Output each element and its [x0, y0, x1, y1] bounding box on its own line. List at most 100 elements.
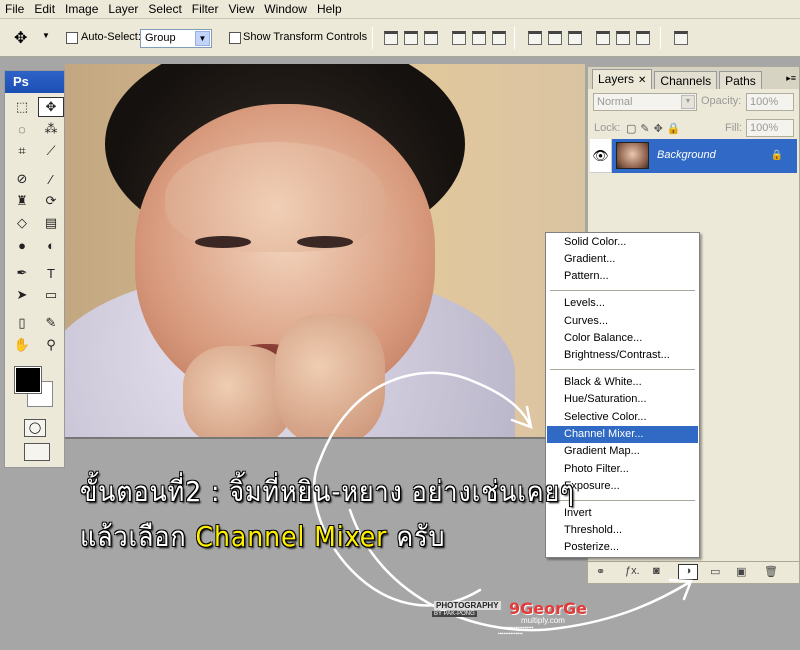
history-brush-icon[interactable]: ⟳ [38, 191, 64, 211]
tab-layers[interactable]: Layers ✕ [592, 69, 653, 89]
watermark-site: multiply.com [521, 616, 565, 625]
zoom-tool-icon[interactable]: ⚲ [38, 335, 64, 355]
menu-item-levels[interactable]: Levels... [547, 295, 698, 312]
adjustment-layer-icon[interactable]: ◑ [678, 564, 698, 580]
move-tool-icon[interactable]: ✥ [38, 97, 64, 117]
distribute-bottom-icon[interactable] [568, 31, 582, 45]
align-vcenter-icon[interactable] [404, 31, 418, 45]
menu-view[interactable]: View [223, 0, 259, 19]
distribute-top-icon[interactable] [528, 31, 542, 45]
menu-edit[interactable]: Edit [29, 0, 60, 19]
type-tool-icon[interactable]: T [38, 263, 64, 283]
hand-tool-icon[interactable]: ✋ [9, 335, 35, 355]
tab-layers-label: Layers [598, 72, 635, 86]
fill-field[interactable]: 100% [746, 119, 794, 137]
chevron-down-icon: ▼ [195, 31, 210, 46]
lock-icon: 🔒 [770, 150, 783, 161]
tab-channels[interactable]: Channels [654, 71, 718, 89]
document-photo[interactable] [65, 64, 585, 438]
menu-item-pattern[interactable]: Pattern... [547, 268, 698, 285]
layer-selected[interactable]: Background 🔒 [612, 139, 797, 173]
menu-image[interactable]: Image [60, 0, 103, 19]
menu-bar: File Edit Image Layer Select Filter View… [0, 0, 800, 19]
panel-menu-icon[interactable]: ▸≡ [786, 73, 796, 84]
healing-brush-icon[interactable]: ⊘ [9, 169, 35, 189]
caption-line-2: แล้วเลือก Channel Mixer ครับ [80, 515, 445, 559]
align-bottom-icon[interactable] [424, 31, 438, 45]
layer-mask-icon[interactable]: ◙ [653, 565, 660, 577]
distribute-left-icon[interactable] [596, 31, 610, 45]
watermark-fine-print: ▪▪▪▪▪▪▪▪▪▪▪▪▪▪▪▪▪▪▪▪ ▪▪▪▪▪▪▪▪▪▪▪▪▪▪ [498, 625, 534, 637]
eyedropper-icon[interactable]: ✎ [38, 313, 64, 333]
auto-select-dropdown[interactable]: Group ▼ [140, 29, 212, 48]
menu-item-posterize[interactable]: Posterize... [547, 539, 698, 556]
menu-filter[interactable]: Filter [187, 0, 224, 19]
blend-mode-value: Normal [597, 96, 633, 108]
menu-item-hue-saturation[interactable]: Hue/Saturation... [547, 391, 698, 408]
move-tool-icon[interactable]: ✥ [14, 28, 27, 48]
dodge-tool-icon[interactable]: ◐ [38, 235, 64, 255]
slice-tool-icon[interactable]: ⟋ [38, 141, 64, 161]
trash-icon[interactable]: 🗑 [764, 565, 778, 578]
fx-icon[interactable]: ƒx. [625, 565, 640, 577]
crop-tool-icon[interactable]: ⌗ [9, 141, 35, 161]
lasso-tool-icon[interactable]: ◌ [9, 119, 35, 139]
brush-tool-icon[interactable]: ∕ [38, 169, 64, 189]
close-icon[interactable]: ✕ [638, 75, 646, 86]
watermark-sub: BY PAK-PONG [432, 611, 477, 617]
menu-item-gradient-map[interactable]: Gradient Map... [547, 443, 698, 460]
align-hcenter-icon[interactable] [472, 31, 486, 45]
blur-tool-icon[interactable]: ● [9, 235, 35, 255]
magic-wand-icon[interactable]: ⁂ [38, 119, 64, 139]
eraser-tool-icon[interactable]: ◇ [9, 213, 35, 233]
menu-item-channel-mixer[interactable]: Channel Mixer... [547, 426, 698, 443]
distribute-right-icon[interactable] [636, 31, 650, 45]
visibility-eye-icon[interactable]: 👁 [590, 139, 612, 173]
menu-file[interactable]: File [0, 0, 29, 19]
marquee-tool-icon[interactable]: ⬚ [9, 97, 35, 117]
menu-item-solid-color[interactable]: Solid Color... [547, 234, 698, 251]
tool-preset-arrow-icon[interactable]: ▼ [42, 31, 50, 40]
pen-tool-icon[interactable]: ✒ [9, 263, 35, 283]
distribute-hcenter-icon[interactable] [616, 31, 630, 45]
gradient-tool-icon[interactable]: ▤ [38, 213, 64, 233]
new-group-icon[interactable]: ▭ [710, 565, 720, 578]
auto-select-label: Auto-Select: [81, 31, 141, 43]
menu-layer[interactable]: Layer [103, 0, 143, 19]
shape-tool-icon[interactable]: ▭ [38, 285, 64, 305]
menu-help[interactable]: Help [312, 0, 347, 19]
screen-mode-icon[interactable] [24, 443, 50, 461]
menu-item-black-white[interactable]: Black & White... [547, 374, 698, 391]
layer-row[interactable]: 👁 Background 🔒 [590, 139, 797, 173]
foreground-color-swatch[interactable] [14, 366, 42, 394]
distribute-vcenter-icon[interactable] [548, 31, 562, 45]
path-select-icon[interactable]: ➤ [9, 285, 35, 305]
link-layers-icon[interactable]: ⚭ [596, 565, 605, 578]
menu-select[interactable]: Select [143, 0, 186, 19]
menu-item-gradient[interactable]: Gradient... [547, 251, 698, 268]
tab-paths[interactable]: Paths [719, 71, 762, 89]
clone-stamp-icon[interactable]: ♜ [9, 191, 35, 211]
auto-align-icon[interactable] [674, 31, 688, 45]
divider [660, 27, 661, 49]
lock-icons[interactable]: ▢✎✥🔒 [626, 122, 685, 135]
notes-tool-icon[interactable]: ▯ [9, 313, 35, 333]
opacity-field[interactable]: 100% [746, 93, 794, 111]
auto-select-value: Group [145, 32, 176, 44]
quick-mask-icon[interactable]: ◯ [24, 419, 46, 437]
show-transform-checkbox[interactable] [229, 32, 241, 44]
blend-mode-dropdown[interactable]: Normal ▼ [593, 93, 697, 111]
menu-item-threshold[interactable]: Threshold... [547, 522, 698, 539]
menu-item-brightness-contrast[interactable]: Brightness/Contrast... [547, 347, 698, 364]
auto-select-checkbox[interactable] [66, 32, 78, 44]
align-right-icon[interactable] [492, 31, 506, 45]
menu-window[interactable]: Window [259, 0, 312, 19]
align-left-icon[interactable] [452, 31, 466, 45]
menu-item-selective-color[interactable]: Selective Color... [547, 409, 698, 426]
caption-highlight: Channel Mixer [195, 520, 388, 553]
menu-item-color-balance[interactable]: Color Balance... [547, 330, 698, 347]
align-top-icon[interactable] [384, 31, 398, 45]
caption-line-2-pre: แล้วเลือก [80, 520, 196, 553]
new-layer-icon[interactable]: ▣ [736, 565, 746, 578]
menu-item-curves[interactable]: Curves... [547, 313, 698, 330]
